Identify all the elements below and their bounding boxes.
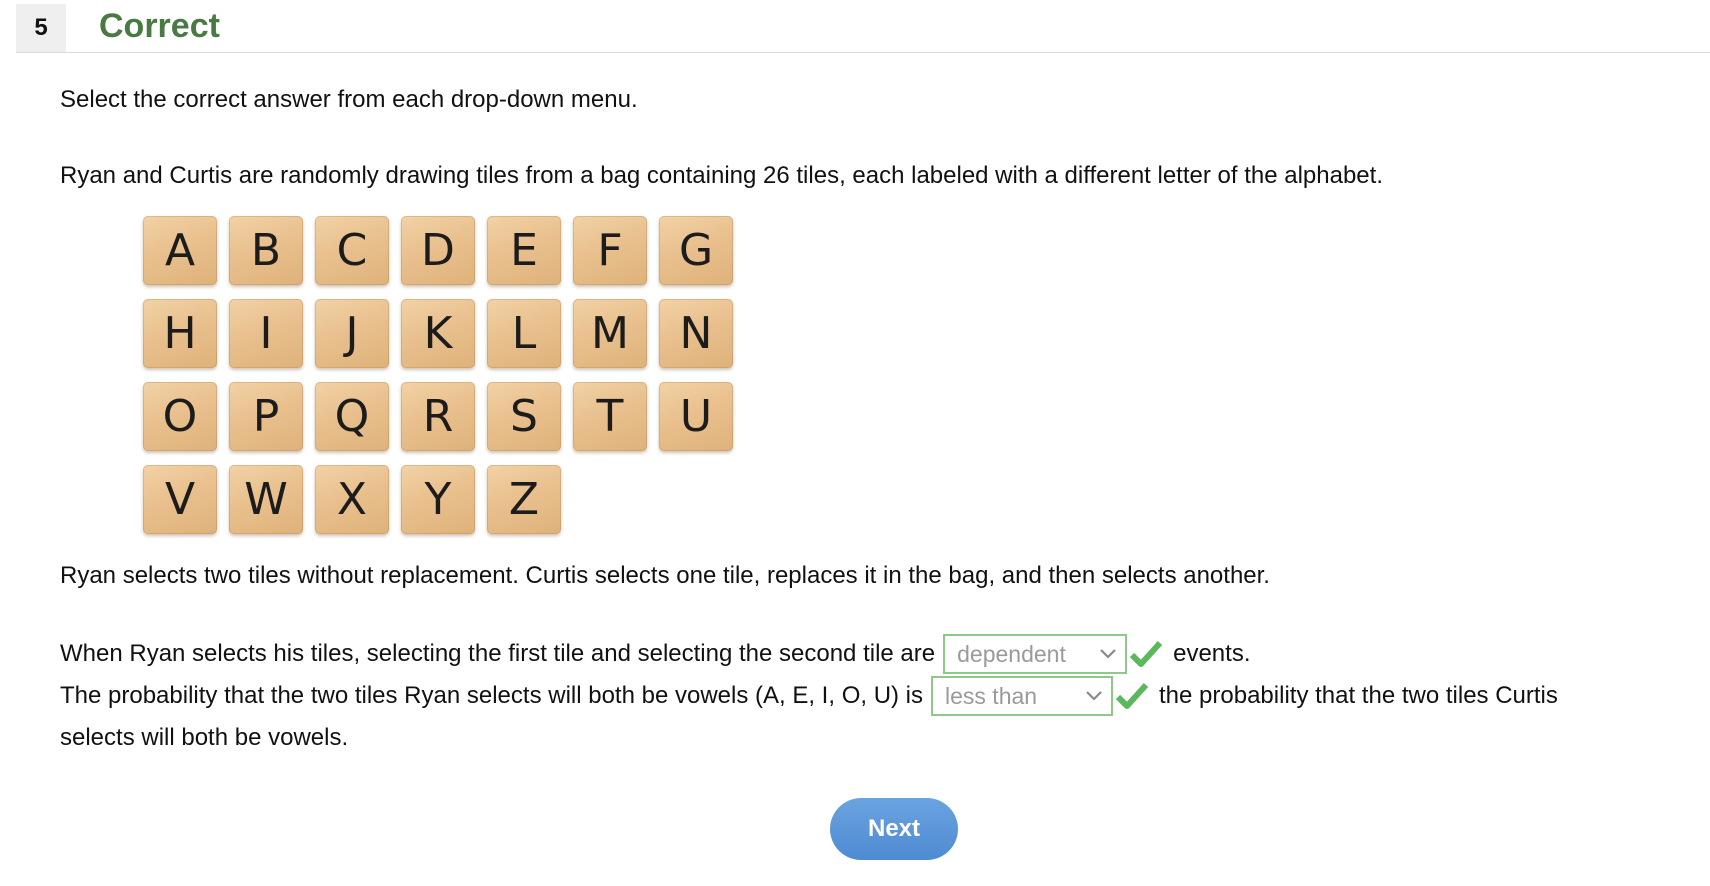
tile-d: D [401,216,475,285]
check-icon [1129,640,1163,667]
question-header: 5 Correct [16,4,1710,53]
question-2-suffix: the probability that the two tiles Curti… [1159,682,1558,709]
tile-h: H [143,299,217,368]
tile-q: Q [315,382,389,451]
tile-l: L [487,299,561,368]
problem-intro: Ryan and Curtis are randomly drawing til… [60,162,1383,189]
tile-x: X [315,465,389,534]
tile-u: U [659,382,733,451]
tile-p: P [229,382,303,451]
question-2-text: The probability that the two tiles Ryan … [60,682,924,709]
tile-k: K [401,299,475,368]
tile-w: W [229,465,303,534]
next-button[interactable]: Next [830,798,958,860]
tile-g: G [659,216,733,285]
answer-2-value: less than [945,683,1038,709]
tile-v: V [143,465,217,534]
tile-n: N [659,299,733,368]
question-2: The probability that the two tiles Ryan … [60,676,1558,716]
question-1-text: When Ryan selects his tiles, selecting t… [60,640,936,667]
tile-j: J [315,299,389,368]
tile-e: E [487,216,561,285]
question-1-suffix: events. [1173,640,1251,667]
question-2-continuation: selects will both be vowels. [60,724,349,751]
chevron-down-icon [1086,691,1102,701]
answer-2-dropdown[interactable]: less than [931,676,1114,716]
tile-a: A [143,216,217,285]
answer-1-dropdown[interactable]: dependent [943,634,1128,674]
tile-c: C [315,216,389,285]
tile-s: S [487,382,561,451]
question-number: 5 [16,4,66,52]
letter-tiles-image: ABCDEFG HIJKLMN OPQRSTU VWXYZ [143,216,743,536]
instruction-text: Select the correct answer from each drop… [60,86,638,113]
problem-rule: Ryan selects two tiles without replaceme… [60,562,1270,589]
check-icon [1115,682,1149,709]
tile-i: I [229,299,303,368]
tile-t: T [573,382,647,451]
tile-f: F [573,216,647,285]
tile-b: B [229,216,303,285]
tile-m: M [573,299,647,368]
tile-o: O [143,382,217,451]
question-1: When Ryan selects his tiles, selecting t… [60,634,1251,674]
tile-z: Z [487,465,561,534]
chevron-down-icon [1100,649,1116,659]
tile-r: R [401,382,475,451]
answer-1-value: dependent [957,641,1066,667]
result-status: Correct [99,7,220,45]
tile-y: Y [401,465,475,534]
